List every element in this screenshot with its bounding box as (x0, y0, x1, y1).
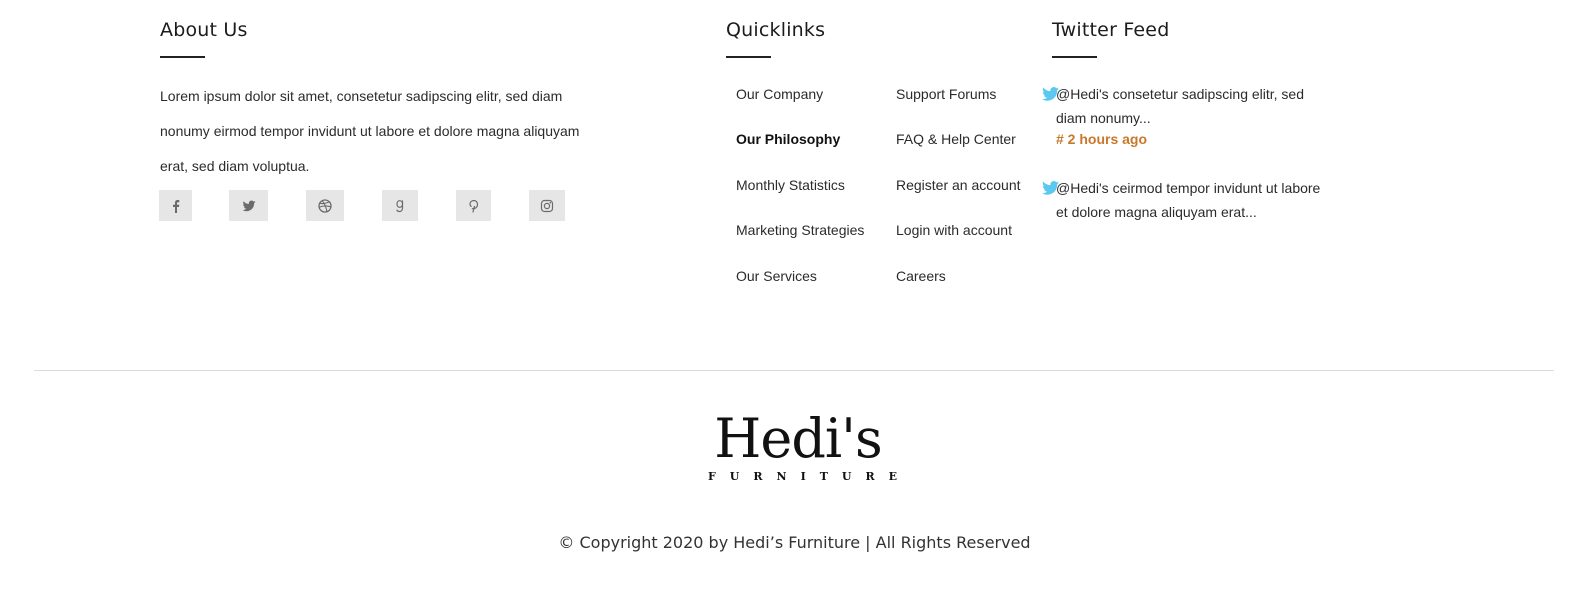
goodreads-link[interactable] (382, 190, 418, 221)
quicklinks-title: Quicklinks (726, 19, 826, 41)
about-text: Lorem ipsum dolor sit amet, consetetur s… (160, 88, 580, 174)
brand-logo[interactable]: Hedi's FURNITURE (698, 407, 912, 488)
twitter-link[interactable] (229, 190, 268, 221)
footer-divider (34, 370, 1554, 371)
facebook-icon (172, 199, 179, 213)
tweet-text: @Hedi's ceirmod tempor invidunt ut labor… (1056, 180, 1321, 220)
dribbble-icon (318, 198, 332, 213)
copyright-text: © Copyright 2020 by Hedi’s Furniture | A… (558, 533, 1031, 552)
twitter-feed-title: Twitter Feed (1052, 19, 1170, 41)
instagram-link[interactable] (529, 190, 565, 221)
quicklink-marketing-strategies[interactable]: Marketing Strategies (736, 222, 864, 238)
quicklink-register-account[interactable]: Register an account (896, 177, 1021, 193)
dribbble-link[interactable] (306, 190, 344, 221)
logo-wordmark: Hedi's (714, 407, 882, 470)
quicklink-login-account[interactable]: Login with account (896, 222, 1012, 238)
about-title-underline (160, 56, 205, 58)
tweet-time[interactable]: # 2 hours ago (1056, 131, 1147, 147)
quicklink-monthly-statistics[interactable]: Monthly Statistics (736, 177, 845, 193)
quicklink-support-forums[interactable]: Support Forums (896, 86, 996, 102)
logo-tagline: FURNITURE (708, 470, 912, 483)
pinterest-link[interactable] (456, 190, 491, 221)
quicklinks-title-underline (726, 56, 771, 58)
goodreads-icon (396, 199, 404, 212)
tweet-text: @Hedi's consetetur sadipscing elitr, sed… (1056, 86, 1305, 126)
twitter-icon (242, 200, 255, 211)
quicklink-faq-help-center[interactable]: FAQ & Help Center (896, 131, 1016, 147)
quicklink-our-company[interactable]: Our Company (736, 86, 823, 102)
instagram-icon (540, 199, 554, 212)
quicklink-our-services[interactable]: Our Services (736, 268, 817, 284)
twitter-feed-title-underline (1052, 56, 1097, 58)
about-title: About Us (160, 19, 248, 41)
pinterest-icon (468, 199, 478, 213)
facebook-link[interactable] (159, 190, 192, 221)
quicklink-careers[interactable]: Careers (896, 268, 946, 284)
quicklink-our-philosophy[interactable]: Our Philosophy (736, 131, 840, 147)
